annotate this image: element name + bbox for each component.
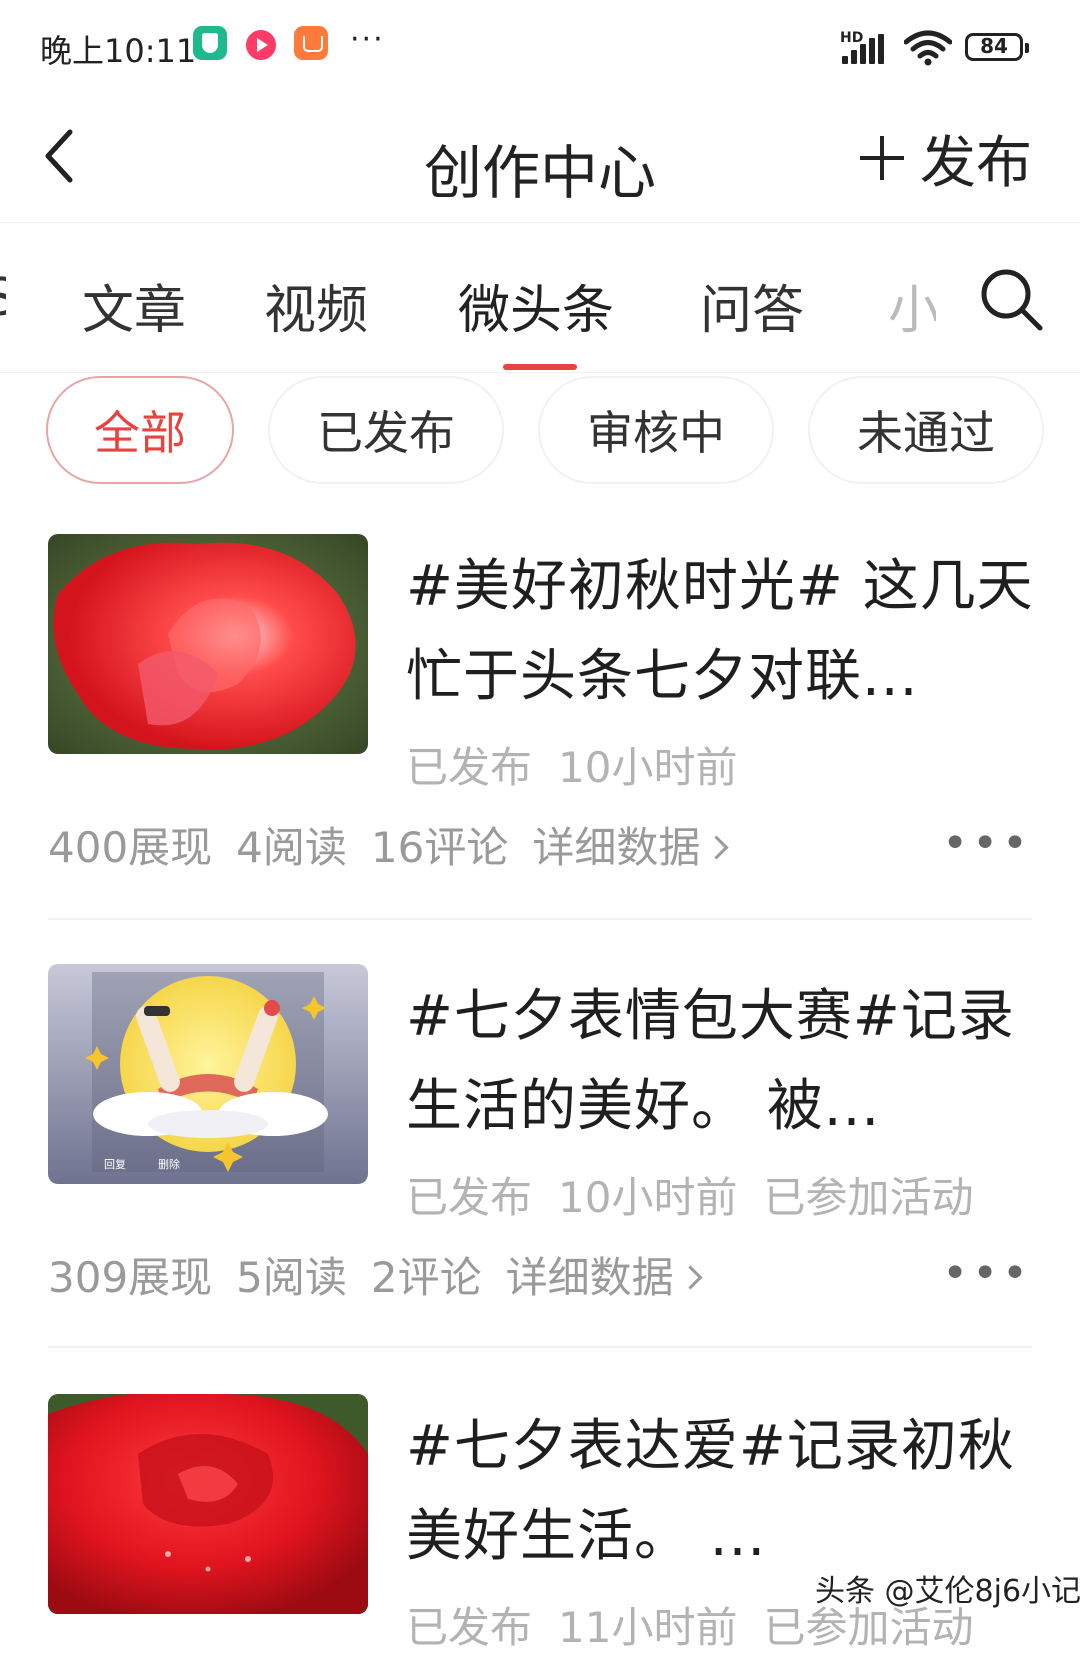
search-icon[interactable] <box>978 266 1044 332</box>
post-title[interactable]: #七夕表情包大赛#记录生活的美好。 被... <box>406 972 1036 1152</box>
shop-app-icon <box>294 26 328 60</box>
filter-published[interactable]: 已发布 <box>268 376 504 484</box>
detail-data-label: 详细数据 <box>532 823 701 872</box>
tab-micro-headlines[interactable]: 微头条 <box>458 268 614 343</box>
emoji-thumbnail[interactable]: 回复 删除 <box>48 964 368 1184</box>
app-header: 创作中心 发布 <box>0 96 1080 223</box>
filter-all[interactable]: 全部 <box>46 376 234 484</box>
rose-thumbnail[interactable] <box>48 534 368 754</box>
post-status: 已发布 <box>406 1173 533 1222</box>
battery-icon: 84 <box>965 33 1029 61</box>
status-bar: 晚上10:11 ··· HD 84 <box>0 0 1080 96</box>
tab-videos[interactable]: 视频 <box>264 268 368 343</box>
post-title[interactable]: #七夕表达爱#记录初秋美好生活。 ... <box>406 1402 1036 1582</box>
post-meta: 已发布 10小时前 <box>406 734 763 795</box>
status-time: 晚上10:11 <box>40 32 197 70</box>
active-tab-indicator <box>503 364 577 370</box>
status-filters: 全部 已发布 审核中 未通过 <box>0 372 1080 492</box>
tab-qa[interactable]: 问答 <box>700 268 804 343</box>
battery-level: 84 <box>980 34 1008 58</box>
comments-count: 16评论 <box>370 823 509 872</box>
post-activity: 已参加活动 <box>763 1173 974 1222</box>
divider <box>48 1346 1032 1348</box>
publish-label: 发布 <box>920 130 1032 196</box>
thumb-delete-text: 删除 <box>158 1157 180 1171</box>
post-time: 10小时前 <box>558 1173 738 1222</box>
rose-thumbnail[interactable] <box>48 1394 368 1614</box>
post-title[interactable]: #美好初秋时光# 这几天忙于头条七夕对联... <box>406 542 1036 722</box>
post-activity: 已参加活动 <box>763 1603 974 1652</box>
post-time: 10小时前 <box>558 743 738 792</box>
reads-count: 4阅读 <box>236 823 347 872</box>
detail-data-link[interactable]: 详细数据 <box>532 823 729 872</box>
post-status: 已发布 <box>406 1603 533 1652</box>
tab-partial-left[interactable]: S <box>0 268 6 328</box>
signal-icon <box>842 34 892 64</box>
wifi-icon <box>904 30 952 66</box>
shield-app-icon <box>193 26 227 60</box>
post-status: 已发布 <box>406 743 533 792</box>
reads-count: 5阅读 <box>236 1253 347 1302</box>
chevron-right-icon <box>678 1265 703 1290</box>
comments-count: 2评论 <box>370 1253 482 1302</box>
content-type-tabs: S 文章 视频 微头条 问答 小 <box>0 222 1080 373</box>
divider <box>48 918 1032 920</box>
more-options-icon[interactable]: ••• <box>942 1252 1032 1296</box>
chevron-right-icon <box>704 835 729 860</box>
tab-partial-right[interactable]: 小 <box>888 268 936 343</box>
impressions-count: 309展现 <box>48 1253 213 1302</box>
filter-rejected[interactable]: 未通过 <box>808 376 1044 484</box>
impressions-count: 400展现 <box>48 823 213 872</box>
tab-articles[interactable]: 文章 <box>82 268 186 343</box>
post-time: 11小时前 <box>558 1603 738 1652</box>
watermark: 头条 @艾伦8j6小记 <box>815 1574 1080 1609</box>
post-stats: 400展现 4阅读 16评论 详细数据 <box>48 814 749 875</box>
filter-under-review[interactable]: 审核中 <box>538 376 774 484</box>
thumb-reply-text: 回复 <box>104 1157 126 1171</box>
detail-data-link[interactable]: 详细数据 <box>505 1253 703 1302</box>
post-stats: 309展现 5阅读 2评论 详细数据 <box>48 1244 723 1305</box>
publish-button[interactable]: 发布 <box>860 128 1032 196</box>
plus-icon <box>860 136 904 180</box>
detail-data-label: 详细数据 <box>505 1253 674 1302</box>
video-app-icon <box>246 30 276 60</box>
post-meta: 已发布 10小时前 已参加活动 <box>406 1164 999 1225</box>
more-options-icon[interactable]: ••• <box>942 822 1032 866</box>
more-notifications-icon: ··· <box>350 22 385 57</box>
